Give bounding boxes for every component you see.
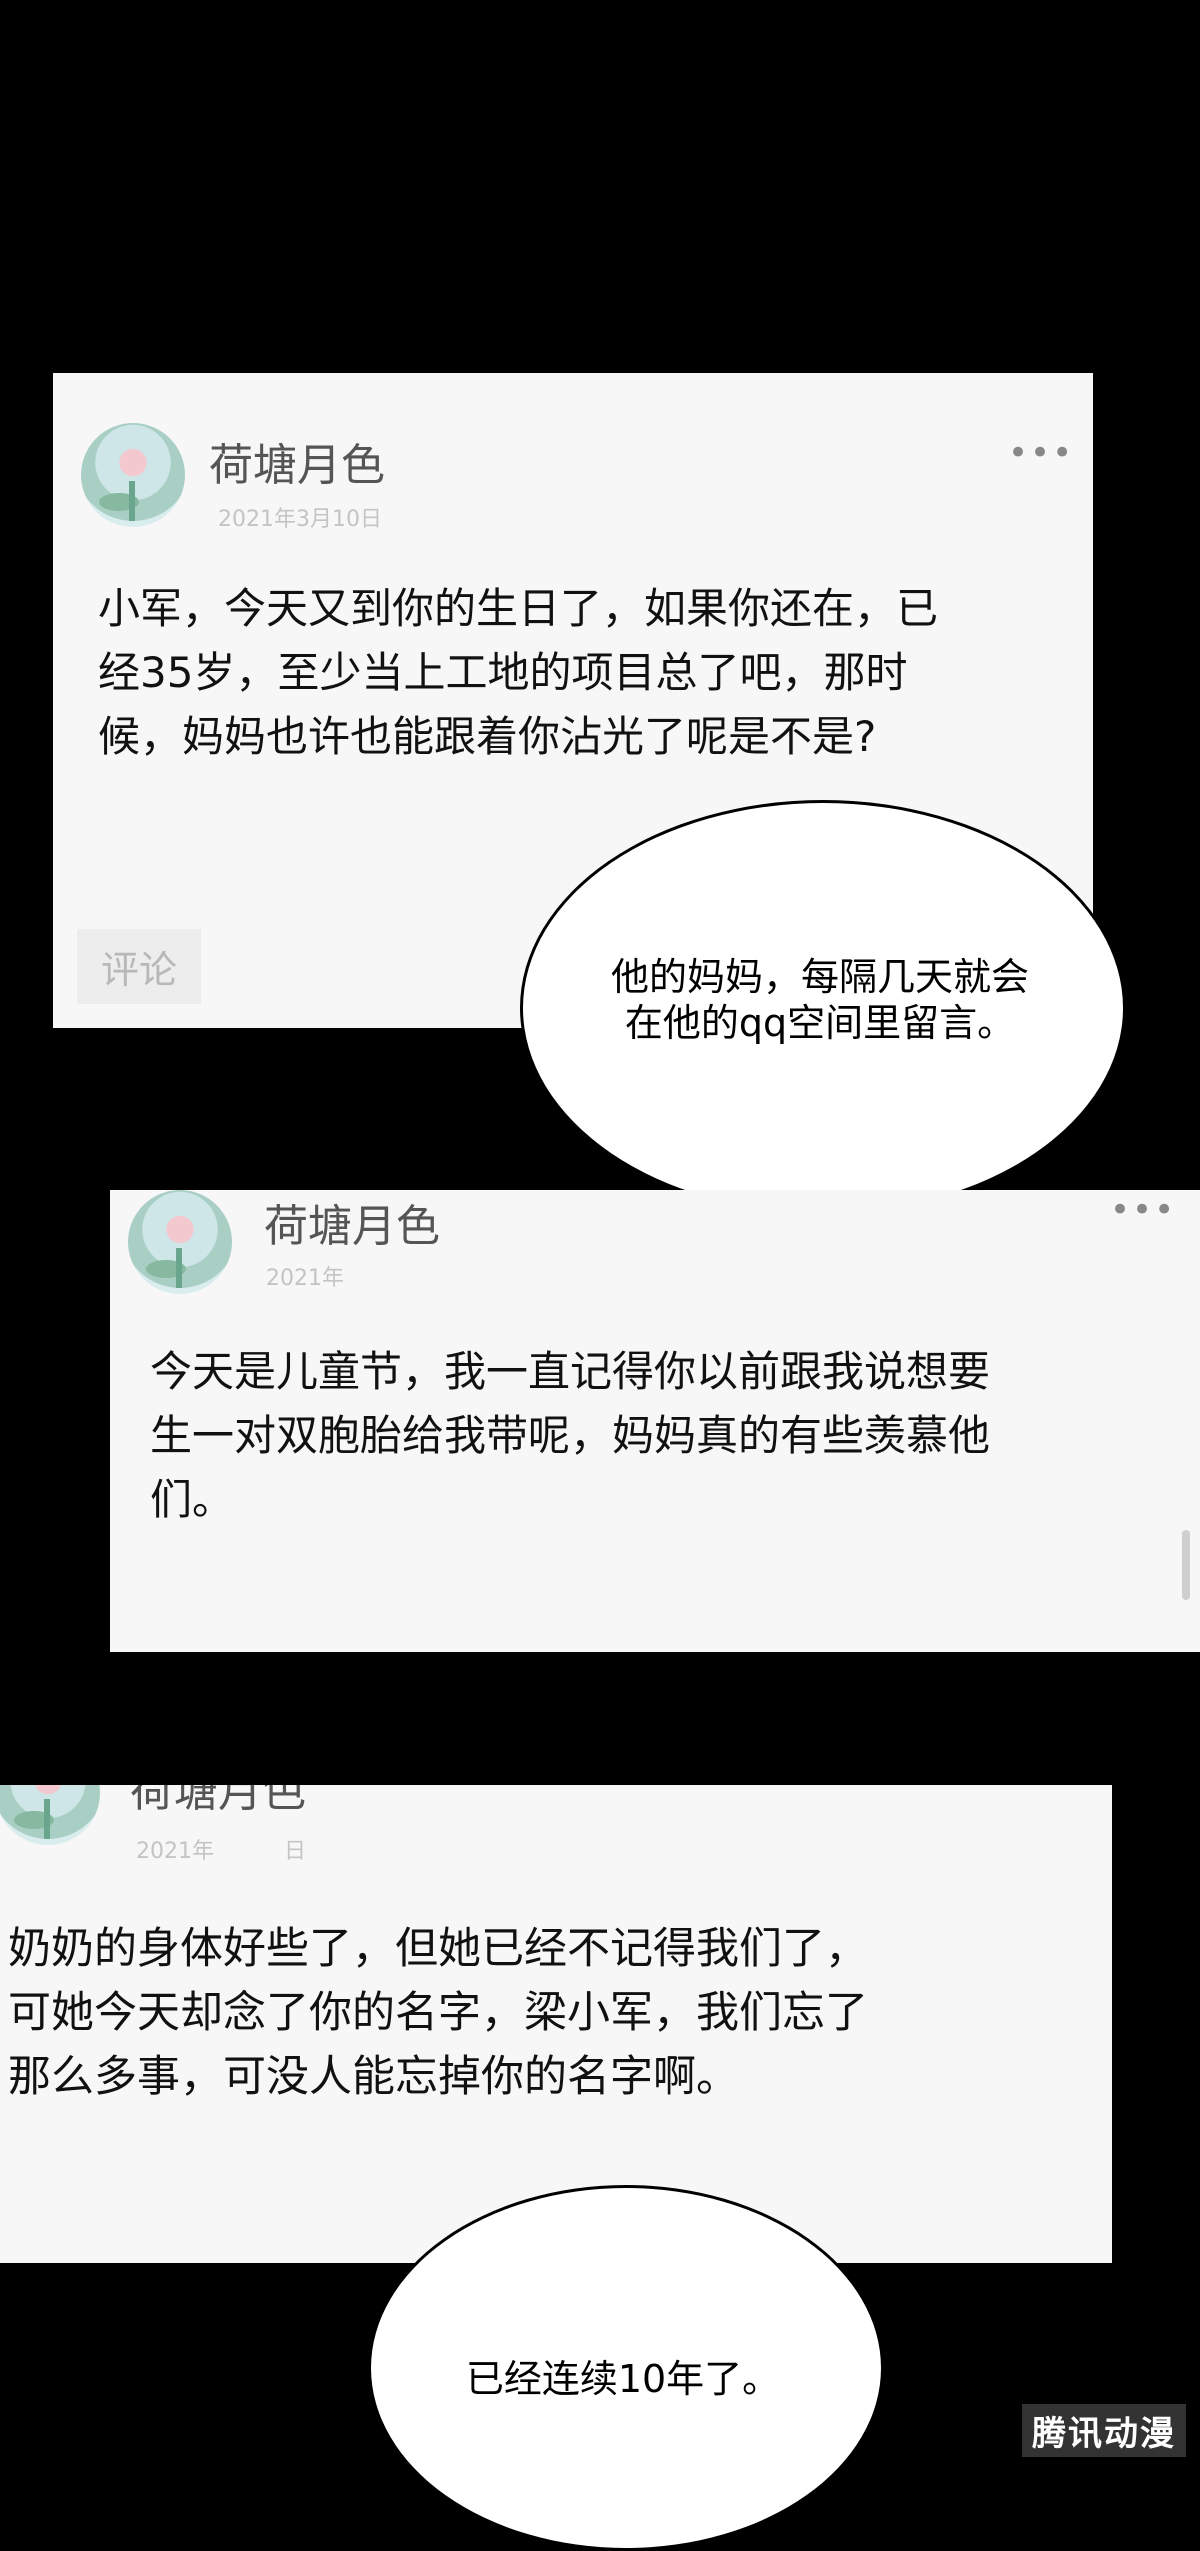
post-date: 2021年 [266,1266,344,1291]
post-text: 奶奶的身体好些了，但她已经不记得我们了， 可她今天却念了你的名字，梁小军，我们忘… [8,1917,868,2109]
post-text-line: 经35岁，至少当上工地的项目总了吧，那时 [98,648,908,697]
post-date: 2021年 日 [136,1833,306,1865]
speech-bubble-line: 已经连续10年了。 [465,2357,781,2401]
post-text-line: 小军，今天又到你的生日了，如果你还在，已 [98,584,939,633]
post-date-start: 2021年 [136,1839,214,1864]
post-text: 小军，今天又到你的生日了，如果你还在，已 经35岁，至少当上工地的项目总了吧，那… [98,577,938,769]
scrollbar[interactable] [1182,1530,1190,1600]
post-date: 2021年3月10日 [218,507,382,532]
poster-name[interactable]: 荷塘月色 [264,1190,440,1254]
watermark-logo: 腾讯动漫 [1022,2404,1186,2457]
avatar[interactable] [81,423,185,527]
post-text-line: 候，妈妈也许也能跟着你沾光了呢是不是? [98,712,877,761]
post-date-end: 日 [284,1839,307,1864]
post-text-line: 奶奶的身体好些了，但她已经不记得我们了， [8,1924,868,1974]
post-text-line: 可她今天却念了你的名字，梁小军，我们忘了 [8,1988,868,2038]
speech-bubble-line: 他的妈妈，每隔几天就会 [610,955,1029,999]
post-text-line: 那么多事，可没人能忘掉你的名字啊。 [8,2052,739,2102]
comment-button[interactable]: 评论 [77,929,202,1004]
post-text: 今天是儿童节，我一直记得你以前跟我说想要 生一对双胞胎给我带呢，妈妈真的有些羡慕… [150,1340,990,1532]
avatar[interactable] [128,1190,232,1294]
post-card-2: 荷塘月色 2021年 ••• 今天是儿童节，我一直记得你以前跟我说想要 生一对双… [110,1190,1200,1652]
speech-bubble-text: 他的妈妈，每隔几天就会 在他的qq空间里留言。 [540,954,1100,1046]
post-text-line: 们。 [150,1475,235,1524]
post-text-line: 今天是儿童节，我一直记得你以前跟我说想要 [150,1347,991,1396]
speech-bubble-text: 已经连续10年了。 [388,2356,858,2402]
post-text-line: 生一对双胞胎给我带呢，妈妈真的有些羡慕他 [150,1411,991,1460]
speech-bubble-line: 在他的qq空间里留言。 [624,1001,1016,1045]
avatar[interactable] [0,1785,100,1845]
poster-name[interactable]: 荷塘月色 [130,1785,306,1819]
poster-name[interactable]: 荷塘月色 [209,429,385,493]
more-options-icon[interactable]: ••• [1008,433,1074,473]
more-options-icon[interactable]: ••• [1110,1190,1176,1230]
